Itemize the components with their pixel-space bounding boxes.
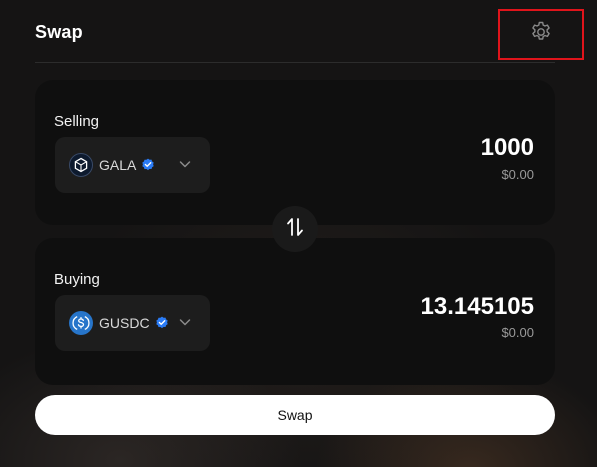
settings-button[interactable] [498, 9, 584, 60]
gear-icon [529, 20, 553, 49]
selling-card: Selling GALA 1000 $0.00 [35, 80, 555, 225]
chevron-down-icon [178, 157, 192, 176]
buying-token-selector[interactable]: GUSDC [55, 295, 210, 351]
verified-check-icon [155, 316, 169, 330]
buying-token-symbol: GUSDC [99, 315, 150, 331]
buying-amount-output: 13.145105 [420, 293, 534, 320]
verified-check-icon [141, 158, 155, 172]
swap-button[interactable]: Swap [35, 395, 555, 435]
chevron-down-icon [178, 315, 192, 334]
buying-label: Buying [54, 271, 100, 288]
swap-panel: Swap Selling GALA 1000 $0.00 Buying GUSD… [0, 0, 597, 467]
selling-amount-input[interactable]: 1000 [481, 134, 534, 162]
gala-logo-icon [69, 153, 93, 177]
switch-direction-button[interactable] [272, 206, 318, 252]
page-title: Swap [35, 22, 83, 42]
selling-token-symbol: GALA [99, 157, 137, 173]
usdc-logo-icon [69, 311, 93, 335]
selling-label: Selling [54, 113, 100, 130]
buying-card: Buying GUSDC 13.145105 $0.00 [35, 238, 555, 385]
header-divider [35, 62, 555, 63]
selling-token-selector[interactable]: GALA [55, 137, 210, 193]
buying-usd-value: $0.00 [501, 325, 534, 340]
swap-vertical-arrows-icon [284, 216, 306, 243]
selling-usd-value: $0.00 [501, 167, 534, 182]
